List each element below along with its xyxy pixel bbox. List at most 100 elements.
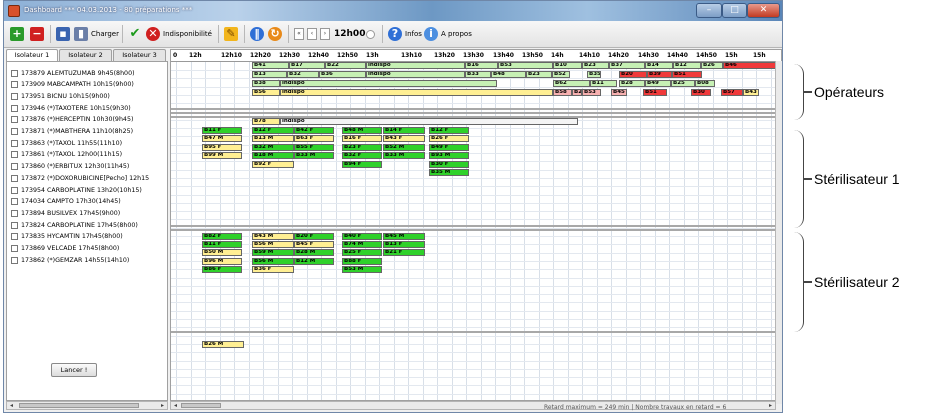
task-block[interactable]: B45 M bbox=[383, 233, 425, 240]
task-block[interactable]: B45 F bbox=[294, 241, 334, 248]
task-block[interactable]: B48 M bbox=[342, 127, 382, 134]
scroll-right-icon[interactable]: ▸ bbox=[158, 402, 167, 409]
checkbox[interactable] bbox=[11, 209, 18, 217]
task-block[interactable]: B16 F bbox=[342, 135, 382, 142]
checkbox[interactable] bbox=[11, 233, 18, 241]
task-block[interactable]: B47 M bbox=[202, 135, 242, 142]
task-block[interactable]: B62 bbox=[553, 80, 590, 87]
gantt-vertical-scrollbar[interactable] bbox=[775, 61, 782, 404]
lancer-button[interactable]: Lancer ! bbox=[51, 363, 97, 377]
task-block[interactable]: B13 M bbox=[252, 135, 294, 142]
task-block[interactable]: B30 bbox=[691, 89, 711, 96]
preparation-row[interactable]: 173863 (*)TAXOL 11h55(11h10) bbox=[11, 138, 165, 148]
task-block[interactable]: B12 F bbox=[252, 127, 294, 134]
task-block[interactable]: B43 M bbox=[252, 233, 294, 240]
refresh-button[interactable]: ↻ bbox=[268, 24, 282, 44]
charger-button[interactable]: ▮ Charger bbox=[74, 24, 119, 44]
task-block[interactable]: indispo bbox=[280, 118, 578, 125]
task-block[interactable]: indispo bbox=[366, 71, 465, 78]
scroll-thumb[interactable] bbox=[19, 403, 139, 408]
preparation-row[interactable]: 173860 (*)ERBITUX 12h30(11h45) bbox=[11, 162, 165, 172]
tab-isolateur-1[interactable]: Isolateur 1 bbox=[6, 49, 58, 61]
task-block[interactable]: B93 M bbox=[429, 152, 469, 159]
a-propos-button[interactable]: i A propos bbox=[424, 24, 472, 44]
task-block[interactable]: B94 F bbox=[342, 161, 382, 168]
scroll-left-icon[interactable]: ◂ bbox=[7, 402, 16, 409]
task-block[interactable]: B23 F bbox=[342, 144, 382, 151]
checkbox[interactable] bbox=[11, 116, 18, 124]
task-block[interactable]: B25 bbox=[671, 80, 695, 87]
task-block[interactable]: B56 bbox=[252, 89, 280, 96]
tab-isolateur-3[interactable]: Isolateur 3 bbox=[113, 49, 166, 61]
task-block[interactable]: B26 M bbox=[202, 341, 244, 348]
task-block[interactable]: B38 bbox=[252, 80, 280, 87]
task-block[interactable]: B33 M bbox=[383, 152, 425, 159]
task-block[interactable]: B23 bbox=[582, 62, 609, 69]
checkbox[interactable] bbox=[11, 151, 18, 159]
task-block[interactable]: B30 F bbox=[429, 161, 469, 168]
infos-button[interactable]: ? Infos bbox=[388, 24, 422, 44]
task-block[interactable]: B18 M bbox=[252, 152, 294, 159]
preparation-row[interactable]: 173879 ALEMTUZUMAB 9h45(8h00) bbox=[11, 68, 165, 78]
validate-button[interactable]: ✔ bbox=[128, 24, 142, 44]
indisponibilite-button[interactable]: ✕ Indisponibilité bbox=[146, 24, 212, 44]
task-block[interactable]: B14 bbox=[645, 62, 673, 69]
task-block[interactable]: B43 F bbox=[383, 135, 425, 142]
preparation-row[interactable]: 173954 CARBOPLATINE 13h20(10h15) bbox=[11, 185, 165, 195]
save-button[interactable]: ▪ bbox=[56, 24, 70, 44]
task-block[interactable]: B20 F bbox=[294, 233, 334, 240]
task-block[interactable]: B22 bbox=[325, 62, 366, 69]
scroll-right-icon[interactable]: ▸ bbox=[766, 402, 775, 409]
task-block[interactable]: B48 bbox=[491, 71, 526, 78]
scroll-left-icon[interactable]: ◂ bbox=[171, 402, 180, 409]
close-button[interactable]: ✕ bbox=[747, 3, 780, 18]
checkbox[interactable] bbox=[11, 104, 18, 112]
preparation-row[interactable]: 173872 (*)DOXORUBICINE[Pecho] 12h15 bbox=[11, 173, 165, 183]
task-block[interactable]: B36 F bbox=[252, 266, 294, 273]
preparation-row[interactable]: 173861 (*)TAXOL 12h00(11h15) bbox=[11, 150, 165, 160]
preparation-row[interactable]: 173871 (*)MABTHERA 11h10(8h25) bbox=[11, 127, 165, 137]
task-block[interactable]: indispo bbox=[280, 80, 497, 87]
first-icon[interactable]: « bbox=[294, 28, 304, 40]
preparation-row[interactable]: 173946 (*)TAXOTERE 10h15(9h30) bbox=[11, 103, 165, 113]
task-block[interactable]: B16 bbox=[465, 62, 498, 69]
task-block[interactable]: B56 M bbox=[252, 241, 294, 248]
task-block[interactable]: B13 bbox=[252, 71, 287, 78]
checkbox[interactable] bbox=[11, 139, 18, 147]
checkbox[interactable] bbox=[11, 163, 18, 171]
checkbox[interactable] bbox=[11, 174, 18, 182]
task-block[interactable]: B39 bbox=[647, 71, 672, 78]
task-block[interactable]: B58 bbox=[553, 89, 572, 96]
task-block[interactable]: B26 F bbox=[429, 135, 469, 142]
task-block[interactable]: B50 M bbox=[202, 249, 242, 256]
task-block[interactable]: B11 bbox=[590, 80, 617, 87]
task-block[interactable]: B99 M bbox=[202, 152, 242, 159]
next-icon[interactable]: › bbox=[320, 28, 330, 40]
task-block[interactable]: B12 M bbox=[294, 258, 334, 265]
checkbox[interactable] bbox=[11, 128, 18, 135]
task-block[interactable]: B33 M bbox=[294, 152, 334, 159]
task-block[interactable]: B42 F bbox=[294, 127, 334, 134]
task-block[interactable]: B51 bbox=[643, 89, 667, 96]
checkbox[interactable] bbox=[11, 256, 18, 264]
task-block[interactable]: B20 bbox=[572, 89, 582, 96]
preparation-row[interactable]: 174034 CAMPTO 17h30(14h45) bbox=[11, 197, 165, 207]
checkbox[interactable] bbox=[11, 69, 18, 77]
task-block[interactable]: B12 F bbox=[429, 127, 469, 134]
task-block[interactable]: B32 F bbox=[342, 152, 382, 159]
title-bar[interactable]: Dashboard *** 04.03.2013 - 80 préparatio… bbox=[4, 1, 782, 21]
task-block[interactable]: B14 F bbox=[383, 127, 425, 134]
checkbox[interactable] bbox=[11, 245, 18, 252]
tab-isolateur-2[interactable]: Isolateur 2 bbox=[59, 49, 112, 61]
task-block[interactable]: B11 F bbox=[202, 241, 242, 248]
task-block[interactable]: B46 bbox=[723, 62, 781, 69]
task-block[interactable]: B82 F bbox=[202, 233, 242, 240]
task-block[interactable]: indispo bbox=[366, 62, 465, 69]
task-block[interactable]: B32 M bbox=[252, 144, 294, 151]
task-block[interactable]: B40 F bbox=[342, 233, 382, 240]
task-block[interactable]: B17 bbox=[289, 62, 325, 69]
scroll-thumb[interactable] bbox=[181, 403, 221, 408]
left-horizontal-scrollbar[interactable]: ◂ ▸ bbox=[6, 401, 168, 410]
preparation-row[interactable]: 173835 HYCAMTIN 17h45(8h00) bbox=[11, 232, 165, 242]
preparation-row[interactable]: 173951 BICNU 10h15(9h00) bbox=[11, 91, 165, 101]
